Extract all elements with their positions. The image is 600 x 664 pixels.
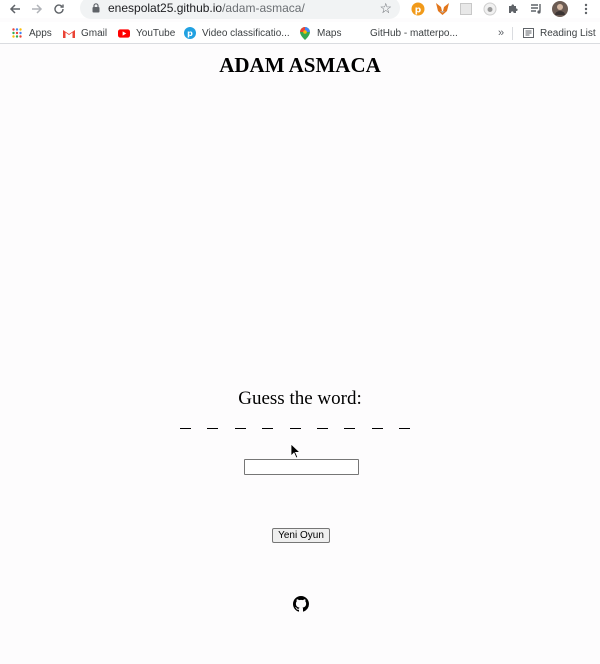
url-host: enespolat25.github.io xyxy=(108,1,223,15)
bookmark-apps[interactable]: Apps xyxy=(11,26,52,40)
bookmark-star-icon[interactable]: ☆ xyxy=(379,0,392,17)
letter-blank xyxy=(344,413,356,429)
extension-gray-square-icon[interactable] xyxy=(458,1,474,17)
github-link[interactable] xyxy=(293,596,309,612)
youtube-icon xyxy=(118,27,130,39)
letter-blank xyxy=(234,413,246,429)
game-page: ADAM ASMACA Guess the word: Yeni Oyun xyxy=(0,45,600,664)
extensions-puzzle-icon[interactable] xyxy=(505,1,521,17)
reading-list-label: Reading List xyxy=(540,27,596,39)
mouse-cursor-icon xyxy=(290,443,302,459)
bookmarks-overflow-label: » xyxy=(498,27,505,39)
back-button[interactable] xyxy=(4,0,26,18)
browser-menu-icon[interactable] xyxy=(578,1,594,17)
bookmark-video-classification[interactable]: p Video classificatio... xyxy=(184,26,290,40)
profile-avatar[interactable] xyxy=(552,1,568,17)
browser-toolbar: enespolat25.github.io/adam-asmaca/ ☆ p xyxy=(0,0,600,19)
bookmarks-bar: Apps Gmail YouTube p Video classificatio… xyxy=(0,22,600,44)
letter-blank xyxy=(316,413,328,429)
apps-grid-icon xyxy=(11,27,23,39)
media-playlist-icon[interactable] xyxy=(528,1,544,17)
bookmark-github-matterport[interactable]: GitHub - matterpo... xyxy=(370,26,458,40)
bookmarks-overflow-button[interactable]: » xyxy=(498,26,504,40)
forward-button[interactable] xyxy=(26,0,48,18)
letter-blank xyxy=(207,413,219,429)
letter-blank xyxy=(180,413,191,429)
bookmark-gmail-label: Gmail xyxy=(81,27,108,39)
bookmark-maps[interactable]: Maps xyxy=(299,26,341,40)
bookmarks-divider xyxy=(512,27,513,40)
bookmark-youtube[interactable]: YouTube xyxy=(118,26,175,40)
reload-button[interactable] xyxy=(48,0,70,18)
bookmark-apps-label: Apps xyxy=(29,27,52,39)
guess-prompt: Guess the word: xyxy=(238,388,362,409)
bookmark-youtube-label: YouTube xyxy=(136,27,176,39)
back-arrow-icon xyxy=(9,4,20,14)
word-blanks xyxy=(180,413,410,431)
github-icon xyxy=(293,596,309,612)
gmail-icon xyxy=(63,27,75,39)
letter-blank xyxy=(399,413,410,429)
svg-text:p: p xyxy=(187,29,193,38)
letter-blank xyxy=(371,413,383,429)
reload-icon xyxy=(54,4,64,14)
bookmark-maps-label: Maps xyxy=(317,27,342,39)
new-game-button[interactable]: Yeni Oyun xyxy=(272,528,330,543)
bookmark-gmail[interactable]: Gmail xyxy=(63,26,107,40)
reading-list-button[interactable]: Reading List xyxy=(522,26,596,40)
bookmark-video-label: Video classificatio... xyxy=(202,27,290,39)
extension-orange-icon[interactable]: p xyxy=(410,1,426,17)
guess-input[interactable] xyxy=(244,459,359,475)
forward-arrow-icon xyxy=(32,4,43,14)
lock-icon xyxy=(92,3,100,13)
bookmark-github-label: GitHub - matterpo... xyxy=(370,27,458,39)
reading-list-icon xyxy=(522,27,534,39)
page-title: ADAM ASMACA xyxy=(219,53,381,77)
papers-with-code-icon: p xyxy=(184,27,196,39)
metamask-fox-icon[interactable] xyxy=(434,1,450,17)
svg-text:p: p xyxy=(415,6,422,16)
address-bar[interactable]: enespolat25.github.io/adam-asmaca/ ☆ xyxy=(80,0,400,19)
extension-rabbit-icon[interactable] xyxy=(482,1,498,17)
letter-blank xyxy=(262,413,274,429)
letter-blank xyxy=(289,413,301,429)
url-path: /adam-asmaca/ xyxy=(222,1,305,15)
maps-pin-icon xyxy=(299,26,311,40)
